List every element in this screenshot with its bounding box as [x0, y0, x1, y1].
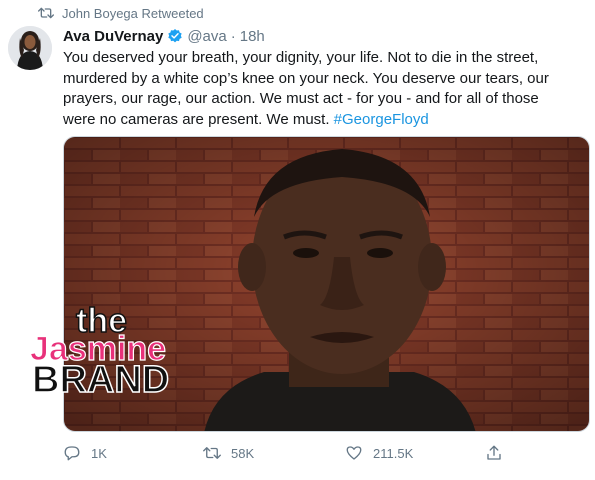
retweet-icon — [203, 447, 221, 459]
tweet-text: You deserved your breath, your dignity, … — [63, 48, 591, 130]
avatar-image — [8, 26, 52, 70]
tweet-header: Ava DuVernay @ava · 18h — [63, 26, 265, 46]
tweet-actions-bar: 1K 58K 211.5K — [63, 444, 523, 468]
display-name[interactable]: Ava DuVernay — [63, 28, 163, 45]
share-icon — [487, 445, 501, 460]
handle[interactable]: @ava — [187, 28, 226, 45]
hashtag-link[interactable]: #GeorgeFloyd — [334, 111, 429, 128]
reply-button[interactable]: 1K — [63, 444, 107, 462]
header-separator: · — [230, 27, 236, 45]
brand-watermark-logo: the Jasmine BRAND — [29, 301, 170, 398]
like-count: 211.5K — [373, 445, 414, 461]
share-button[interactable] — [485, 444, 503, 462]
avatar[interactable] — [8, 26, 52, 70]
timestamp[interactable]: 18h — [240, 28, 265, 45]
heart-icon — [346, 446, 362, 460]
like-button[interactable]: 211.5K — [345, 444, 413, 462]
tweet-text-line: murdered by a white cop’s knee on your n… — [63, 69, 549, 87]
reply-icon — [64, 446, 80, 461]
tweet-text-line: were no cameras are present. We must. #G… — [63, 110, 591, 131]
retweet-count: 58K — [231, 445, 255, 461]
retweet-banner-text: John Boyega Retweeted — [62, 5, 204, 21]
reply-count: 1K — [91, 445, 107, 461]
retweet-button[interactable]: 58K — [203, 444, 254, 462]
tweet-text-line-prefix: were no cameras are present. We must. — [63, 110, 334, 128]
svg-text:BRAND: BRAND — [32, 359, 169, 398]
retweet-banner[interactable]: John Boyega Retweeted — [38, 4, 204, 22]
retweet-icon — [38, 7, 54, 19]
verified-badge-icon — [168, 29, 182, 43]
tweet-text-line: You deserved your breath, your dignity, … — [63, 49, 539, 66]
tweet-text-line: prayers, our rage, our action. We must a… — [63, 90, 539, 107]
